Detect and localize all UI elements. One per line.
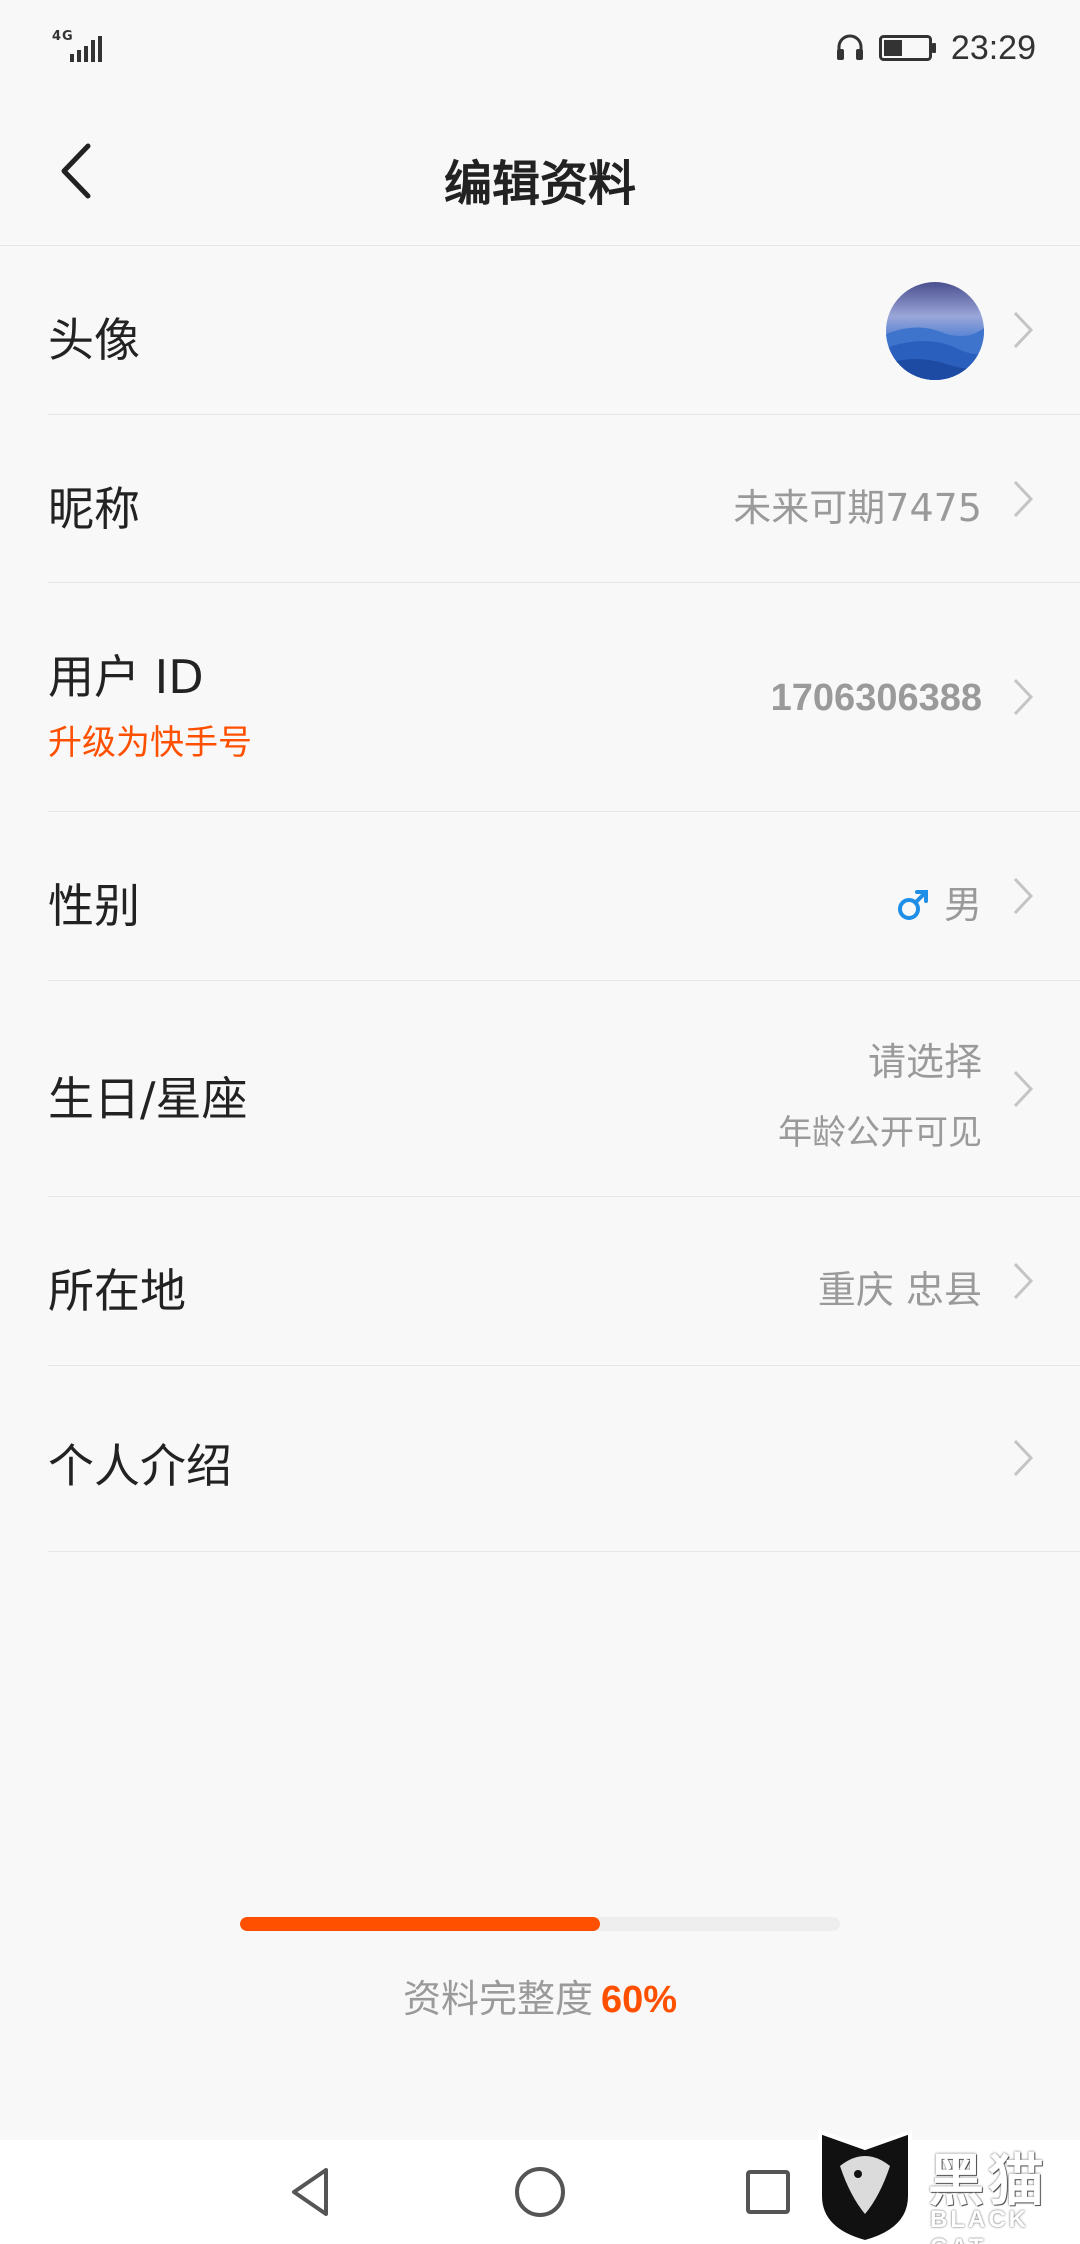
row-avatar[interactable]: 头像	[48, 246, 1080, 415]
avatar-image	[886, 282, 984, 380]
row-label-birthday: 生日/星座	[48, 1072, 248, 1126]
chevron-right-icon	[1013, 678, 1034, 716]
page-title: 编辑资料	[443, 156, 636, 212]
completeness-text: 资料完整度 60%	[0, 1968, 1080, 2023]
profile-list: 头像 昵称 未来可期7475 用户 ID 升级为快手号 1706306388 性…	[0, 246, 1080, 1552]
chevron-right-icon	[1013, 1439, 1034, 1477]
row-location[interactable]: 所在地 重庆 忠县	[48, 1197, 1080, 1366]
gender-value: 男	[943, 883, 982, 927]
headset-icon	[836, 34, 863, 60]
user-id-value: 1706306388	[770, 677, 982, 719]
upgrade-kuaishou-id-link[interactable]: 升级为快手号	[48, 715, 252, 764]
watermark-text-cn: 黑猫	[928, 2149, 1048, 2214]
row-label-location: 所在地	[48, 1264, 186, 1318]
home-circle-icon	[515, 2167, 565, 2217]
signal-bars-icon	[70, 36, 102, 62]
row-user-id[interactable]: 用户 ID 升级为快手号 1706306388	[48, 583, 1080, 812]
gender-value-wrap: 男	[896, 874, 982, 929]
back-triangle-icon	[292, 2168, 328, 2216]
birthday-hint: 年龄公开可见	[778, 1113, 982, 1153]
clock: 23:29	[950, 28, 1036, 67]
chevron-right-icon	[1013, 1070, 1034, 1108]
chevron-right-icon	[1013, 480, 1034, 518]
watermark-text-en: BLACK CAT	[930, 2206, 1029, 2244]
completeness-progress-bar	[240, 1917, 840, 1931]
black-cat-logo	[818, 2129, 912, 2244]
row-label-bio: 个人介绍	[48, 1439, 232, 1493]
avatar[interactable]	[886, 282, 984, 380]
completeness-label: 资料完整度	[402, 1977, 593, 2021]
chevron-right-icon	[1013, 877, 1034, 915]
row-label-gender: 性别	[48, 879, 140, 933]
row-label-nickname: 昵称	[48, 482, 140, 536]
black-cat-watermark: 黑猫 BLACK CAT	[810, 2126, 1080, 2244]
battery-icon	[878, 35, 936, 61]
system-recents-button[interactable]	[738, 2162, 798, 2222]
row-gender[interactable]: 性别 男	[48, 812, 1080, 981]
nav-bar: 编辑资料	[0, 96, 1080, 246]
row-bio[interactable]: 个人介绍	[48, 1366, 1080, 1552]
completeness-value: 60%	[600, 1979, 678, 2021]
status-icons: 23:29	[833, 24, 1036, 72]
chevron-right-icon	[1013, 311, 1034, 349]
location-value: 重庆 忠县	[817, 1268, 982, 1312]
row-nickname[interactable]: 昵称 未来可期7475	[48, 415, 1080, 583]
status-bar: 4G 23:29	[0, 0, 1080, 96]
system-home-button[interactable]	[510, 2162, 570, 2222]
row-label-avatar: 头像	[48, 313, 140, 367]
nickname-value: 未来可期7475	[733, 486, 982, 530]
row-label-user-id: 用户 ID	[48, 650, 204, 704]
chevron-right-icon	[1013, 1262, 1034, 1300]
recents-square-icon	[746, 2170, 790, 2214]
signal-icon: 4G	[52, 28, 108, 66]
row-birthday[interactable]: 生日/星座 请选择 年龄公开可见	[48, 981, 1080, 1197]
system-back-button[interactable]	[282, 2162, 342, 2222]
completeness-progress-fill	[240, 1917, 600, 1931]
birthday-value: 请选择	[867, 1040, 982, 1084]
male-icon	[897, 890, 928, 920]
